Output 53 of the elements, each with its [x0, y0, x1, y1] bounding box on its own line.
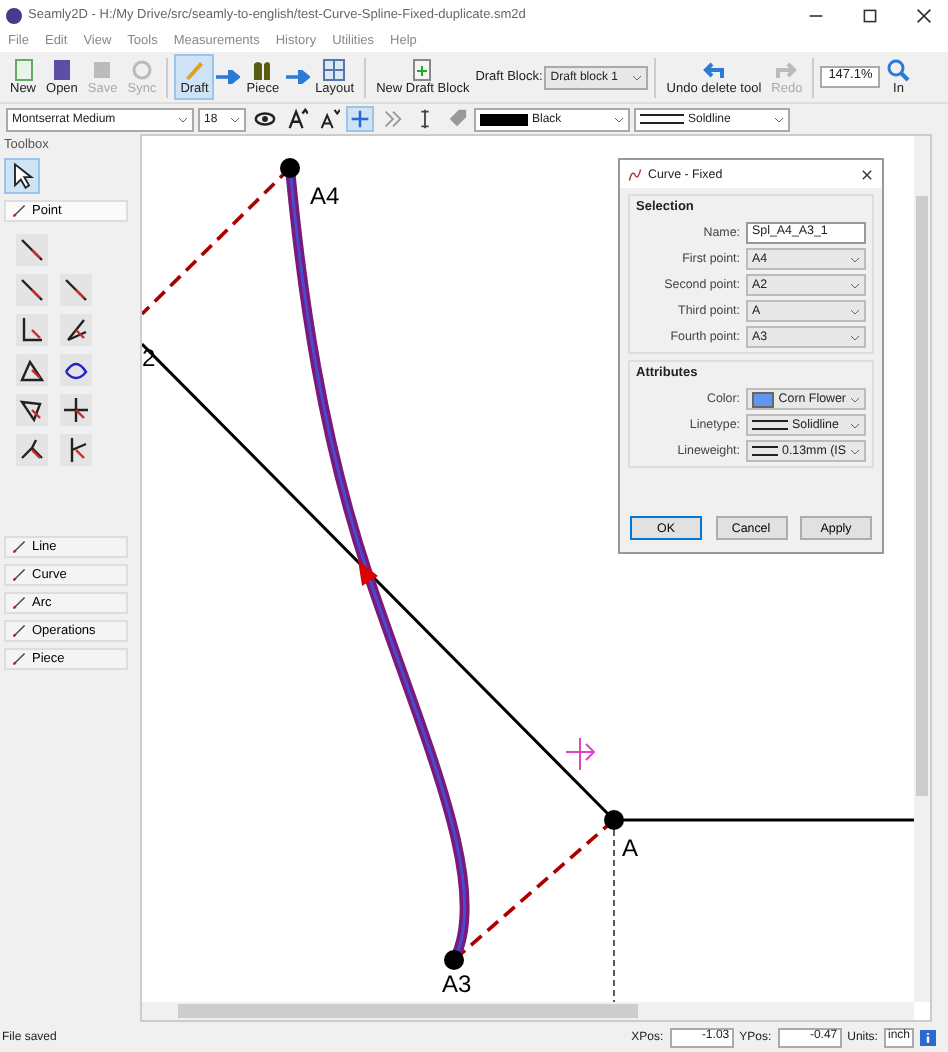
horizontal-scrollbar[interactable] — [142, 1002, 914, 1020]
vertical-scrollbar[interactable] — [914, 136, 930, 1002]
line-tool-icon — [12, 652, 26, 666]
chevron-down-icon — [178, 115, 188, 123]
scrollbar-thumb[interactable] — [916, 196, 928, 796]
select-tool[interactable] — [4, 158, 40, 194]
document-plus-icon — [410, 58, 435, 82]
chevron-down-icon — [850, 255, 860, 263]
point-tool-icon[interactable] — [16, 354, 48, 386]
point-tool-icon[interactable] — [16, 234, 48, 266]
layout-icon — [322, 58, 347, 82]
point-tool-icon[interactable] — [16, 434, 48, 466]
point-tool-icon[interactable] — [16, 314, 48, 346]
save-icon — [90, 58, 115, 82]
curve-icon — [628, 167, 642, 181]
chevron-down-icon — [230, 115, 240, 123]
arrow-icon — [285, 70, 310, 84]
eye-icon[interactable] — [250, 106, 278, 132]
pencil-icon — [182, 58, 207, 82]
line-tool-icon — [12, 624, 26, 638]
undo-icon — [701, 58, 726, 82]
chevron-down-icon — [850, 281, 860, 289]
chevron-down-icon — [774, 115, 784, 123]
point-tool-icon[interactable] — [60, 354, 92, 386]
point-tool-icon[interactable] — [60, 394, 92, 426]
chevron-down-icon — [632, 73, 643, 81]
point-tool-icon[interactable] — [16, 274, 48, 306]
redo-icon — [774, 58, 799, 82]
scrollbar-thumb[interactable] — [178, 1004, 638, 1018]
line-tool-icon — [12, 596, 26, 610]
point-tool-icon[interactable] — [16, 394, 48, 426]
arrow-icon — [216, 70, 241, 84]
point-tool-icon[interactable] — [60, 274, 92, 306]
point-tool-icon[interactable] — [60, 434, 92, 466]
crosshair-icon[interactable] — [346, 106, 374, 132]
line-tool-icon — [12, 204, 26, 218]
chevron-down-icon — [850, 447, 860, 455]
chevron-down-icon — [614, 115, 624, 123]
close-icon[interactable] — [916, 7, 932, 23]
app-logo-icon — [6, 7, 22, 23]
point-tool-icon[interactable] — [60, 314, 92, 346]
magnifier-icon — [886, 58, 911, 82]
maximize-icon[interactable] — [862, 7, 878, 23]
info-icon[interactable] — [920, 1029, 936, 1045]
chevron-down-icon — [850, 395, 860, 403]
line-tool-icon — [12, 568, 26, 582]
chevron-down-icon — [850, 333, 860, 341]
new-file-icon — [11, 58, 35, 82]
chevron-down-icon — [850, 307, 860, 315]
line-tool-icon — [12, 540, 26, 554]
close-icon[interactable] — [860, 167, 874, 181]
chevron-down-icon — [850, 421, 860, 429]
sync-icon — [129, 58, 154, 82]
